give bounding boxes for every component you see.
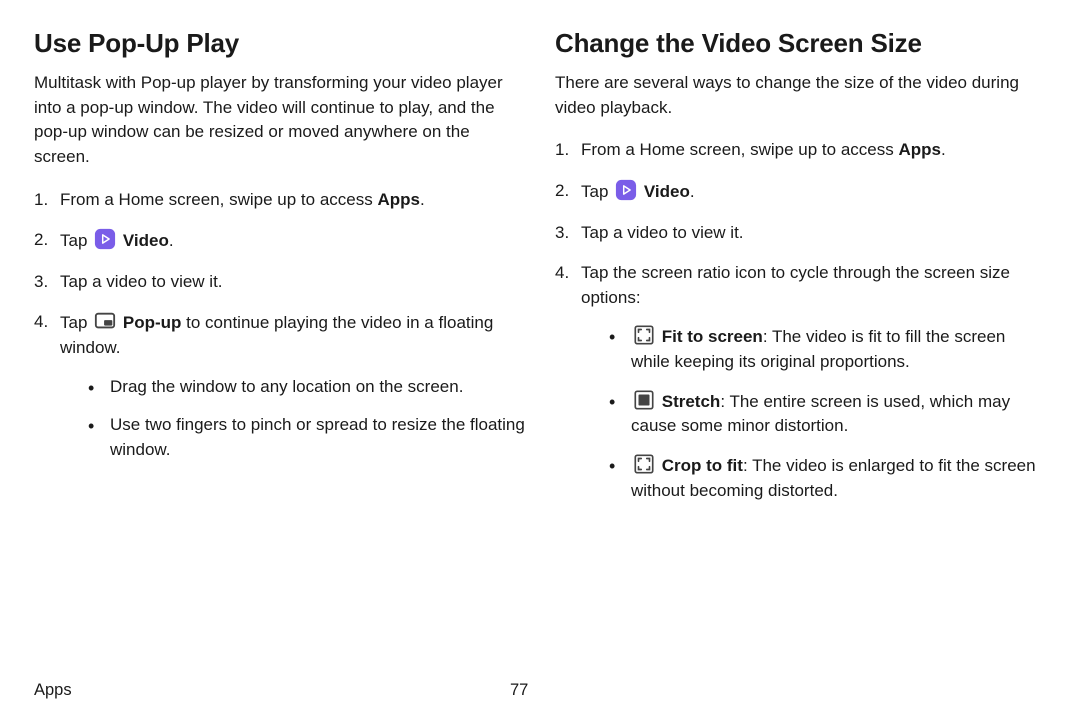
step-1: From a Home screen, swipe up to access A… (555, 138, 1046, 163)
step-text: . (169, 231, 174, 250)
popup-label: Pop-up (123, 313, 182, 332)
crop-to-fit-icon (633, 453, 655, 475)
sub-bullet: Drag the window to any location on the s… (88, 375, 525, 400)
apps-label: Apps (377, 190, 420, 209)
fit-to-screen-icon (633, 324, 655, 346)
video-app-icon (615, 179, 637, 201)
page-footer: Apps 77 (34, 673, 1046, 700)
footer-page-number: 77 (510, 681, 570, 700)
heading-screen-size: Change the Video Screen Size (555, 28, 1046, 59)
step-text: From a Home screen, swipe up to access (60, 190, 377, 209)
step-4: Tap Pop-up to continue playing the video… (34, 310, 525, 462)
crop-label: Crop to fit (662, 456, 743, 475)
step-text: Tap (60, 313, 92, 332)
steps-screen-size: From a Home screen, swipe up to access A… (555, 138, 1046, 503)
heading-popup-play: Use Pop-Up Play (34, 28, 525, 59)
video-app-icon (94, 228, 116, 250)
steps-popup-play: From a Home screen, swipe up to access A… (34, 188, 525, 463)
option-stretch: Stretch: The entire screen is used, whic… (609, 389, 1046, 439)
step-text: Tap (60, 231, 92, 250)
video-label: Video (123, 231, 169, 250)
content-columns: Use Pop-Up Play Multitask with Pop-up pl… (34, 28, 1046, 673)
step-text: . (690, 182, 695, 201)
step-3: Tap a video to view it. (555, 221, 1046, 246)
step-text: . (941, 140, 946, 159)
step-2: Tap Video. (34, 228, 525, 254)
right-column: Change the Video Screen Size There are s… (555, 28, 1046, 673)
intro-screen-size: There are several ways to change the siz… (555, 71, 1046, 120)
popup-icon (94, 310, 116, 332)
footer-spacer (570, 681, 1046, 700)
video-label: Video (644, 182, 690, 201)
option-crop: Crop to fit: The video is enlarged to fi… (609, 453, 1046, 503)
step-text: . (420, 190, 425, 209)
step-4: Tap the screen ratio icon to cycle throu… (555, 261, 1046, 503)
left-column: Use Pop-Up Play Multitask with Pop-up pl… (34, 28, 525, 673)
option-fit: Fit to screen: The video is fit to fill … (609, 324, 1046, 374)
step-1: From a Home screen, swipe up to access A… (34, 188, 525, 213)
step-2: Tap Video. (555, 179, 1046, 205)
step-text: From a Home screen, swipe up to access (581, 140, 898, 159)
screen-size-options: Fit to screen: The video is fit to fill … (581, 324, 1046, 503)
fit-label: Fit to screen (662, 327, 763, 346)
intro-popup-play: Multitask with Pop-up player by transfor… (34, 71, 525, 170)
footer-section: Apps (34, 681, 510, 700)
step-3: Tap a video to view it. (34, 270, 525, 295)
apps-label: Apps (898, 140, 941, 159)
stretch-label: Stretch (662, 392, 721, 411)
step-text: Tap (581, 182, 613, 201)
sub-bullet: Use two fingers to pinch or spread to re… (88, 413, 525, 462)
stretch-icon (633, 389, 655, 411)
step-text: Tap the screen ratio icon to cycle throu… (581, 263, 1010, 307)
sub-bullets: Drag the window to any location on the s… (60, 375, 525, 463)
